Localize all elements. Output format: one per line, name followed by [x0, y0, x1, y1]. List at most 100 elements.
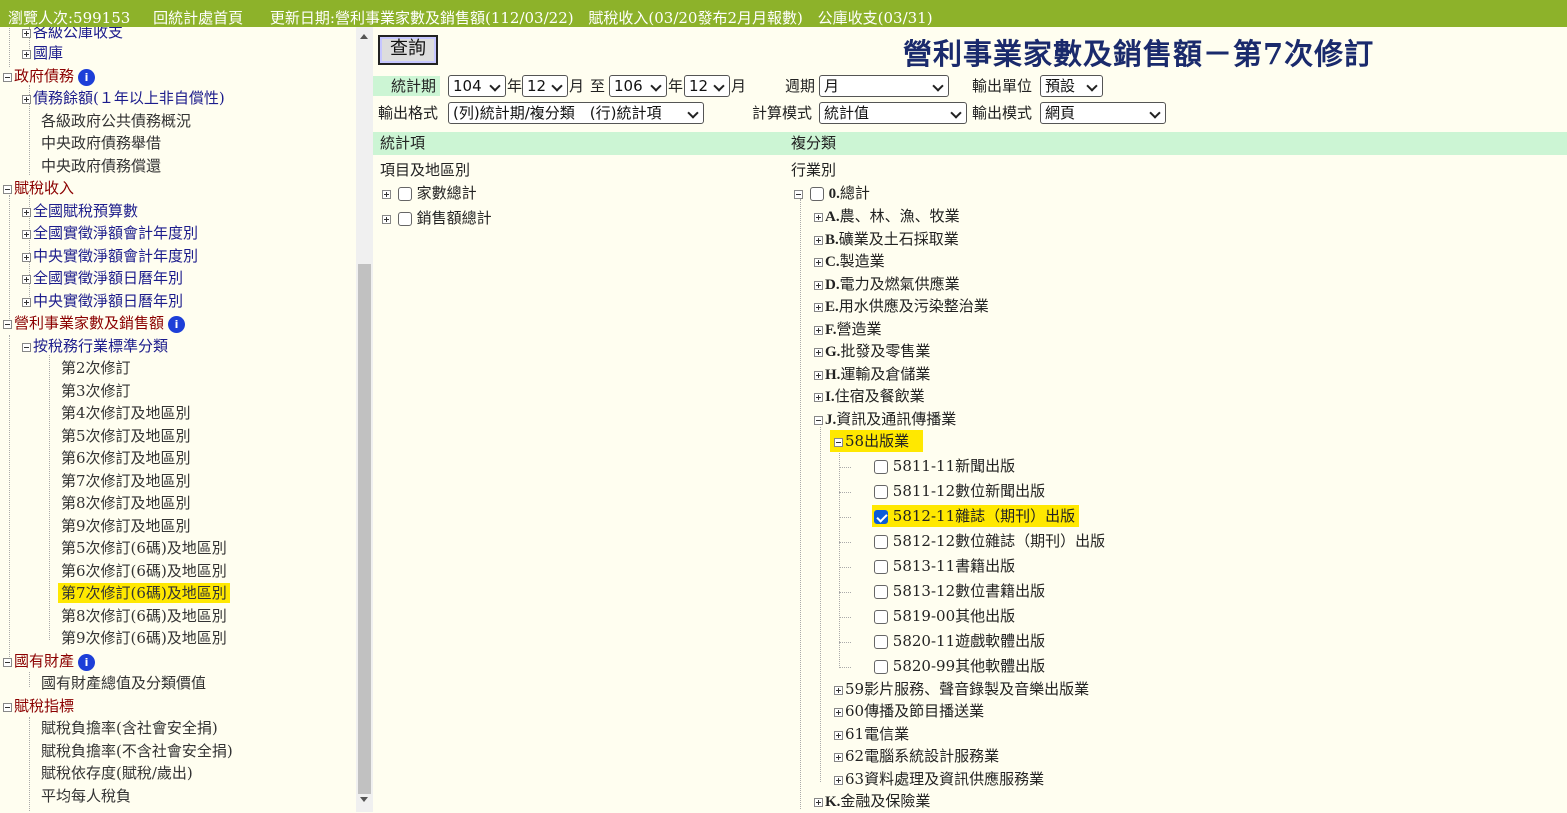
sidebar-item-debt-overview[interactable]: 各級政府公共債務概況 — [41, 111, 191, 131]
calc-select[interactable]: 統計值 — [819, 102, 967, 124]
class-node-a[interactable]: A.農、林、漁、牧業 — [814, 205, 960, 228]
class-node-k[interactable]: K.金融及保險業 — [814, 790, 930, 813]
unit-select[interactable]: 預設 — [1040, 75, 1103, 97]
plus-box-icon[interactable] — [834, 752, 843, 762]
update-link-tax[interactable]: 賦稅收入(03/20發布2月月報數) — [588, 9, 802, 27]
class-node-58-highlighted[interactable]: 58出版業 — [830, 430, 924, 452]
class-node-g[interactable]: G.批發及零售業 — [814, 340, 930, 363]
class-node-e[interactable]: E.用水供應及污染整治業 — [814, 295, 989, 318]
class-node-5820-99[interactable]: 5820-99其他軟體出版 — [874, 655, 1045, 677]
class-node-5813-12[interactable]: 5813-12數位書籍出版 — [874, 580, 1045, 602]
update-link-business[interactable]: 營利事業家數及銷售額(112/03/22) — [335, 9, 574, 27]
checkbox-icon[interactable] — [397, 212, 412, 226]
sidebar-item-rev5[interactable]: 第5次修訂及地區別 — [61, 426, 191, 446]
home-link[interactable]: 回統計處首頁 — [153, 9, 243, 27]
plus-box-icon[interactable] — [834, 685, 843, 695]
sidebar-item-rev7[interactable]: 第7次修訂及地區別 — [61, 471, 191, 491]
class-node-c[interactable]: C.製造業 — [814, 250, 885, 273]
info-icon[interactable]: i — [78, 68, 96, 86]
minus-box-icon[interactable] — [3, 184, 12, 194]
plus-box-icon[interactable] — [22, 207, 31, 217]
month-to-select[interactable]: 12 — [684, 75, 730, 97]
cycle-select[interactable]: 月 — [819, 75, 949, 97]
plus-box-icon[interactable] — [22, 252, 31, 262]
plus-box-icon[interactable] — [814, 392, 823, 402]
class-node-f[interactable]: F.營造業 — [814, 318, 882, 341]
info-icon[interactable]: i — [168, 315, 186, 333]
class-node-total[interactable]: 0.總計 — [794, 182, 870, 205]
plus-box-icon[interactable] — [382, 214, 391, 224]
scroll-down-arrow-icon[interactable] — [360, 797, 368, 802]
sidebar-item-national-fiscal[interactable]: 全國實徵淨額會計年度別 — [22, 223, 198, 243]
plus-box-icon[interactable] — [814, 797, 823, 807]
minus-box-icon[interactable] — [3, 319, 12, 329]
sidebar-item-industry-class[interactable]: 按稅務行業標準分類 — [22, 336, 168, 356]
update-link-treasury[interactable]: 公庫收支(03/31) — [818, 9, 933, 27]
plus-box-icon[interactable] — [814, 325, 823, 335]
plus-box-icon[interactable] — [814, 347, 823, 357]
output-mode-select[interactable]: 網頁 — [1040, 102, 1166, 124]
minus-box-icon[interactable] — [794, 189, 803, 199]
class-node-60[interactable]: 60傳播及節目播送業 — [834, 700, 984, 722]
sidebar-cat-gov-debt[interactable]: 政府債務 i — [3, 66, 96, 86]
sidebar-cat-national-property[interactable]: 國有財產 i — [3, 651, 96, 671]
checkbox-icon[interactable] — [874, 460, 888, 474]
scroll-up-arrow-icon[interactable] — [360, 34, 368, 39]
class-node-h[interactable]: H.運輸及倉儲業 — [814, 363, 930, 386]
stat-item-count[interactable]: 家數總計 — [382, 182, 477, 204]
sidebar-cat-tax-indicators[interactable]: 賦稅指標 — [3, 696, 74, 716]
sidebar-cat-business[interactable]: 營利事業家數及銷售額 i — [3, 313, 186, 333]
class-node-i[interactable]: I.住宿及餐飲業 — [814, 385, 925, 408]
sidebar-item-rev7-6digit-selected[interactable]: 第7次修訂(6碼)及地區別 — [58, 583, 230, 603]
class-node-61[interactable]: 61電信業 — [834, 723, 909, 745]
plus-box-icon[interactable] — [814, 212, 823, 222]
scrollbar-thumb[interactable] — [358, 264, 371, 794]
plus-box-icon[interactable] — [22, 274, 31, 284]
plus-box-icon[interactable] — [22, 297, 31, 307]
class-node-62[interactable]: 62電腦系統設計服務業 — [834, 745, 999, 767]
class-node-5820-11[interactable]: 5820-11遊戲軟體出版 — [874, 630, 1045, 652]
plus-box-icon[interactable] — [22, 49, 31, 59]
sidebar-item-tax-budget[interactable]: 全國賦稅預算數 — [22, 201, 138, 221]
sidebar-item-debt-repay[interactable]: 中央政府債務償還 — [41, 156, 161, 176]
sidebar-item-national-treasury[interactable]: 國庫 — [22, 43, 63, 63]
checkbox-icon[interactable] — [397, 187, 412, 201]
plus-box-icon[interactable] — [814, 280, 823, 290]
class-node-b[interactable]: B.礦業及土石採取業 — [814, 228, 959, 251]
plus-box-icon[interactable] — [834, 775, 843, 785]
checkbox-icon[interactable] — [874, 585, 888, 599]
query-button[interactable]: 查詢 — [378, 35, 438, 65]
class-node-5819-00[interactable]: 5819-00其他出版 — [874, 605, 1015, 627]
sidebar-item-rev5-6digit[interactable]: 第5次修訂(6碼)及地區別 — [61, 538, 227, 558]
sidebar-item-tax-dependency[interactable]: 賦稅依存度(賦稅/歲出) — [41, 763, 193, 783]
sidebar-item-treasury-all[interactable]: 各級公庫收支 — [22, 27, 123, 42]
class-node-5812-11-selected[interactable]: 5812-11雜誌（期刊）出版 — [872, 505, 1080, 527]
plus-box-icon[interactable] — [834, 707, 843, 717]
sidebar-item-rev6-6digit[interactable]: 第6次修訂(6碼)及地區別 — [61, 561, 227, 581]
plus-box-icon[interactable] — [814, 257, 823, 267]
checkbox-checked-icon[interactable] — [874, 510, 888, 524]
sidebar-item-debt-balance[interactable]: 債務餘額(１年以上非自償性) — [22, 88, 225, 108]
sidebar-item-rev6[interactable]: 第6次修訂及地區別 — [61, 448, 191, 468]
sidebar-item-rev4[interactable]: 第4次修訂及地區別 — [61, 403, 191, 423]
plus-box-icon[interactable] — [814, 370, 823, 380]
minus-box-icon[interactable] — [3, 702, 12, 712]
plus-box-icon[interactable] — [22, 28, 31, 38]
class-node-d[interactable]: D.電力及燃氣供應業 — [814, 273, 960, 296]
plus-box-icon[interactable] — [22, 94, 31, 104]
class-node-63[interactable]: 63資料處理及資訊供應服務業 — [834, 768, 1044, 790]
plus-box-icon[interactable] — [814, 235, 823, 245]
checkbox-icon[interactable] — [874, 535, 888, 549]
plus-box-icon[interactable] — [814, 302, 823, 312]
sidebar-item-tax-per-capita[interactable]: 平均每人稅負 — [41, 786, 131, 806]
sidebar-item-national-calendar[interactable]: 全國實徵淨額日曆年別 — [22, 268, 183, 288]
minus-box-icon[interactable] — [22, 342, 31, 352]
info-icon[interactable]: i — [78, 653, 96, 671]
class-node-59[interactable]: 59影片服務、聲音錄製及音樂出版業 — [834, 678, 1089, 700]
checkbox-icon[interactable] — [874, 560, 888, 574]
class-node-5811-12[interactable]: 5811-12數位新聞出版 — [874, 480, 1045, 502]
sidebar-item-rev9[interactable]: 第9次修訂及地區別 — [61, 516, 191, 536]
class-node-5812-12[interactable]: 5812-12數位雜誌（期刊）出版 — [874, 530, 1105, 552]
sidebar-item-central-fiscal[interactable]: 中央實徵淨額會計年度別 — [22, 246, 198, 266]
minus-box-icon[interactable] — [3, 72, 12, 82]
